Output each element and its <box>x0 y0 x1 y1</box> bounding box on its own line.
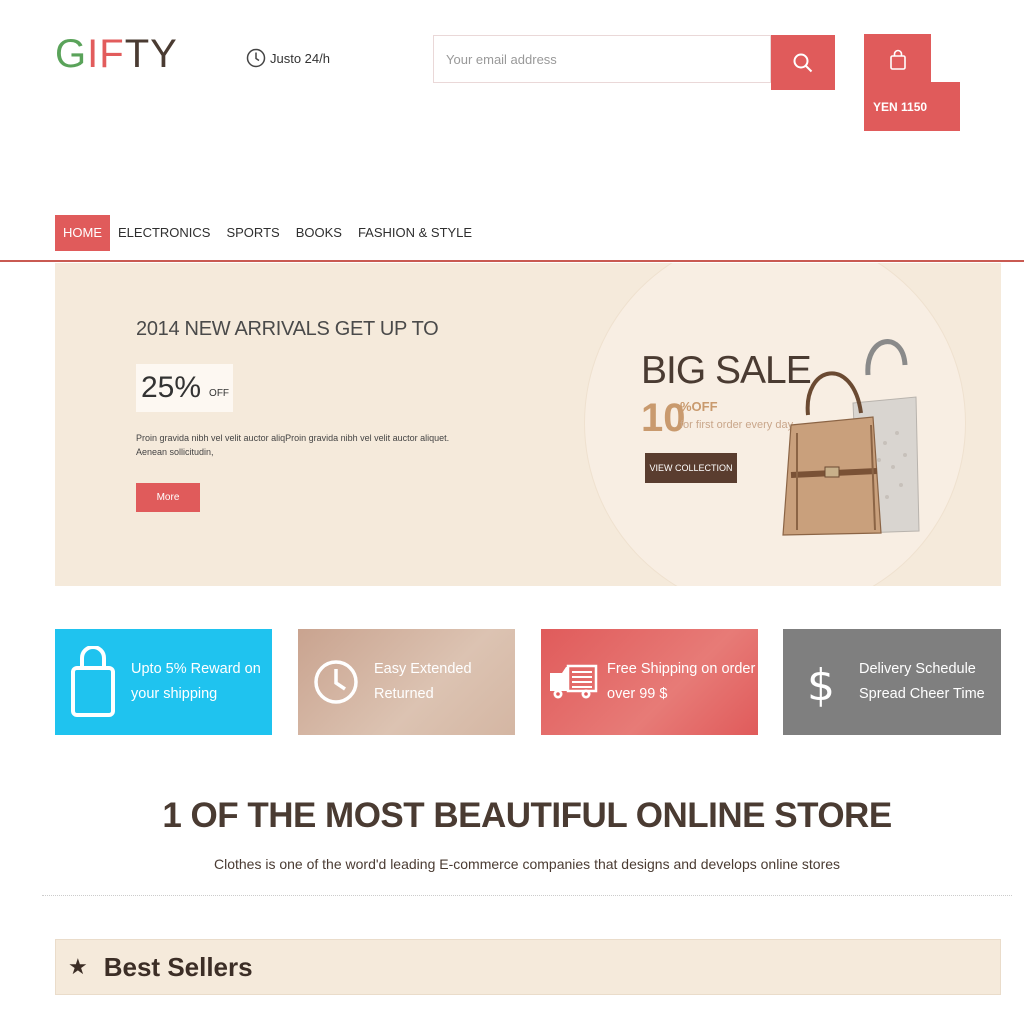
feature-returns-text: Easy Extended Returned <box>374 657 472 707</box>
logo-letter-g: G <box>55 32 88 76</box>
main-nav: HOME ELECTRONICS SPORTS BOOKS FASHION & … <box>55 215 480 251</box>
sale-number: 10 <box>641 396 686 440</box>
best-sellers-title: Best Sellers <box>103 951 253 982</box>
best-sellers-header: ★ Best Sellers <box>55 939 1001 995</box>
feature-free-shipping-text: Free Shipping on order over 99 $ <box>607 657 755 707</box>
hero-title: 2014 NEW ARRIVALS GET UP TO <box>136 318 439 340</box>
store-headline: 1 OF THE MOST BEAUTIFUL ONLINE STORE <box>162 796 892 835</box>
logo-letter-f: F <box>99 32 125 76</box>
feature-reward-text: Upto 5% Reward on your shipping <box>131 657 261 707</box>
clock-icon <box>314 660 358 704</box>
view-collection-button[interactable]: VIEW COLLECTION <box>645 453 737 483</box>
handbag-image <box>782 339 920 536</box>
dollar-icon: $ <box>807 660 835 708</box>
opening-hours: Justo 24/h <box>246 46 330 70</box>
feature-delivery-line2: Spread Cheer Time <box>859 686 985 702</box>
logo-letters-rest: TY <box>124 32 178 76</box>
cart-total-text: YEN 1150 <box>873 99 928 114</box>
nav-item-books[interactable]: BOOKS <box>288 215 350 251</box>
feature-free-shipping-line1: Free Shipping on order <box>607 661 756 677</box>
email-input[interactable] <box>433 35 771 83</box>
clock-icon <box>246 48 266 68</box>
feature-reward[interactable]: Upto 5% Reward on your shipping <box>55 629 272 735</box>
sale-percent-off: %OFF <box>680 399 718 414</box>
truck-icon <box>550 664 598 699</box>
shopping-bag-icon <box>71 646 115 717</box>
nav-item-sports[interactable]: SPORTS <box>218 215 287 251</box>
cart-button[interactable] <box>864 34 931 86</box>
nav-item-home[interactable]: HOME <box>55 215 110 251</box>
hero-discount-suffix: OFF <box>209 387 230 399</box>
hero-discount-value: 25% <box>141 371 202 404</box>
svg-text:$: $ <box>807 660 835 708</box>
feature-returns-line1: Easy Extended <box>374 661 472 677</box>
nav-item-fashion-style[interactable]: FASHION & STYLE <box>350 215 480 251</box>
site-logo[interactable]: GIFTY <box>55 30 178 78</box>
hours-text: Justo 24/h <box>270 50 330 66</box>
more-button[interactable]: More <box>136 483 200 512</box>
feature-returns-line2: Returned <box>374 686 434 702</box>
feature-delivery-text: Delivery Schedule Spread Cheer Time <box>859 657 985 707</box>
hero-description: Proin gravida nibh vel velit auctor aliq… <box>136 433 450 457</box>
feature-delivery-line1: Delivery Schedule <box>859 661 976 677</box>
search-button[interactable] <box>771 35 835 90</box>
search-icon <box>793 53 813 72</box>
feature-returns[interactable]: Easy Extended Returned <box>298 629 515 735</box>
logo-letter-i: I <box>87 32 100 76</box>
nav-item-electronics[interactable]: ELECTRONICS <box>110 215 218 251</box>
section-divider <box>42 895 1012 896</box>
star-icon: ★ <box>68 954 88 979</box>
feature-reward-line2: your shipping <box>131 686 218 702</box>
cart-total[interactable]: YEN 1150 <box>864 82 960 131</box>
feature-free-shipping-line2: over 99 $ <box>607 686 668 702</box>
feature-reward-line1: Upto 5% Reward on <box>131 661 261 677</box>
hero-discount-box: 25% OFF <box>136 364 233 412</box>
shopping-bag-icon <box>889 49 906 70</box>
feature-delivery-schedule[interactable]: $ Delivery Schedule Spread Cheer Time <box>783 629 1001 735</box>
feature-free-shipping[interactable]: Free Shipping on order over 99 $ <box>541 629 758 735</box>
nav-divider <box>0 260 1024 262</box>
hero-banner: 2014 NEW ARRIVALS GET UP TO 25% OFF Proi… <box>55 263 1001 586</box>
store-subline: Clothes is one of the word'd leading E-c… <box>213 856 841 872</box>
